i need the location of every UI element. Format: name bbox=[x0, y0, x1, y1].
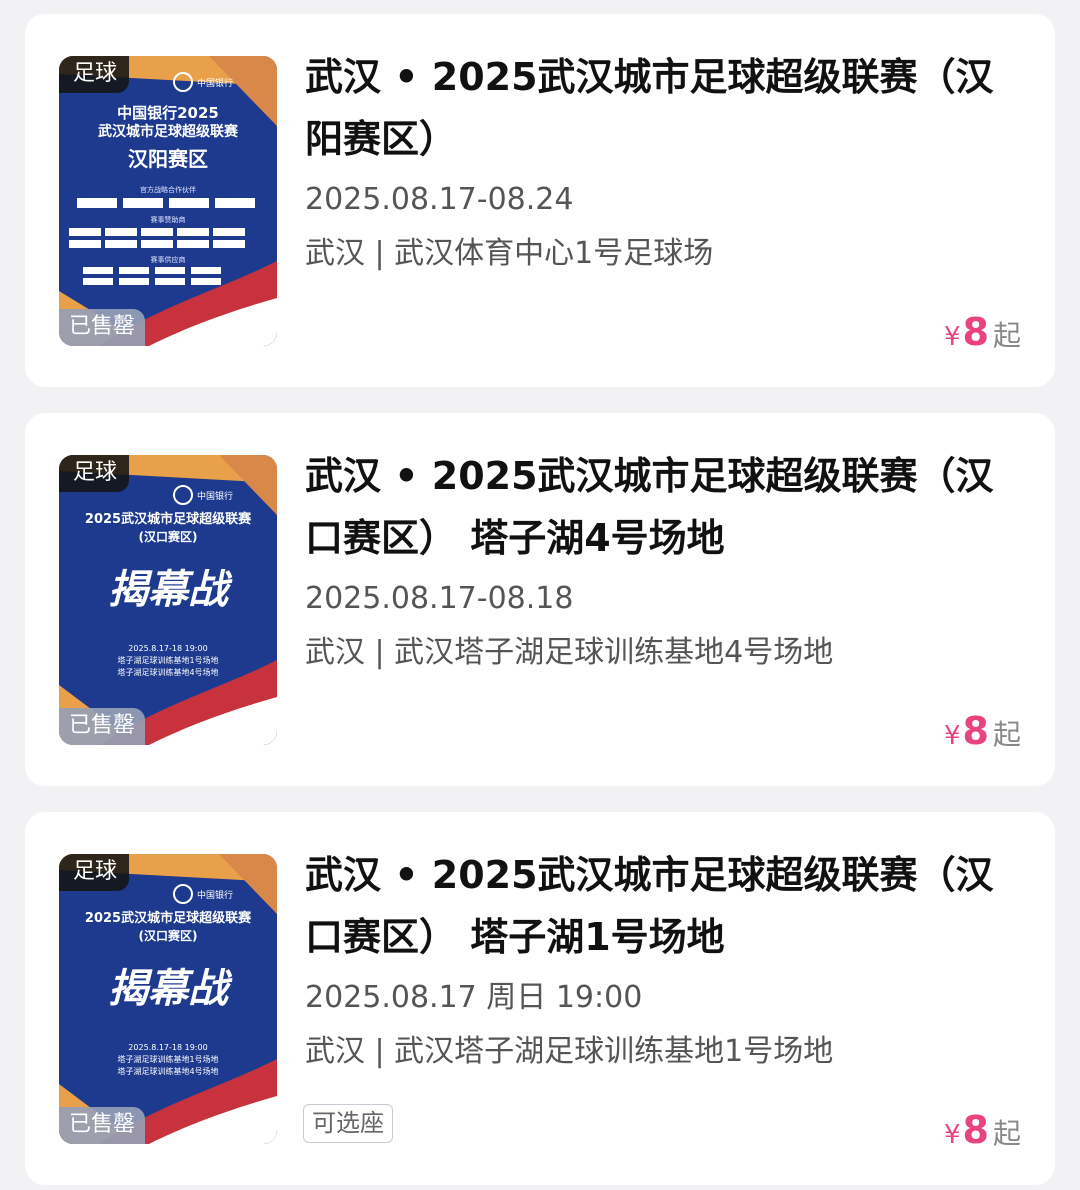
event-venue: 武汉 | 武汉塔子湖足球训练基地4号场地 bbox=[305, 635, 834, 670]
event-poster[interactable]: 中国银行 2025武汉城市足球超级联赛 (汉口赛区) 揭幕战 2025.8.17… bbox=[59, 455, 277, 745]
sport-tag: 足球 bbox=[59, 854, 130, 891]
svg-text:中国银行: 中国银行 bbox=[197, 490, 233, 502]
event-date: 2025.08.17-08.18 bbox=[305, 581, 574, 616]
svg-text:中国银行2025: 中国银行2025 bbox=[117, 104, 219, 122]
event-price: ¥ 8 起 bbox=[944, 709, 1021, 753]
sold-out-badge: 已售罄 bbox=[59, 1107, 146, 1144]
event-poster[interactable]: 中国银行 2025武汉城市足球超级联赛 (汉口赛区) 揭幕战 2025.8.17… bbox=[59, 854, 277, 1144]
seat-selection-badge: 可选座 bbox=[303, 1104, 393, 1143]
svg-text:2025.8.17-18 19:00: 2025.8.17-18 19:00 bbox=[128, 1043, 207, 1052]
poster-artwork: 中国银行 2025武汉城市足球超级联赛 (汉口赛区) 揭幕战 2025.8.17… bbox=[59, 854, 277, 1144]
price-value: 8 bbox=[962, 709, 989, 753]
price-value: 8 bbox=[962, 310, 989, 354]
event-card[interactable]: 中国银行 2025武汉城市足球超级联赛 (汉口赛区) 揭幕战 2025.8.17… bbox=[25, 413, 1055, 786]
svg-text:中国银行: 中国银行 bbox=[197, 889, 233, 901]
svg-text:揭幕战: 揭幕战 bbox=[108, 965, 233, 1012]
svg-text:塔子湖足球训练基地4号场地: 塔子湖足球训练基地4号场地 bbox=[117, 1066, 218, 1076]
event-price: ¥ 8 起 bbox=[944, 1108, 1021, 1152]
svg-text:塔子湖足球训练基地4号场地: 塔子湖足球训练基地4号场地 bbox=[117, 667, 218, 677]
currency-symbol: ¥ bbox=[943, 322, 961, 352]
svg-text:(汉口赛区): (汉口赛区) bbox=[139, 529, 198, 544]
event-card[interactable]: 中国银行 2025武汉城市足球超级联赛 (汉口赛区) 揭幕战 2025.8.17… bbox=[25, 812, 1055, 1185]
sport-tag: 足球 bbox=[59, 455, 130, 492]
sport-tag: 足球 bbox=[59, 56, 130, 93]
event-info: 武汉 • 2025武汉城市足球超级联赛（汉口赛区） 塔子湖1号场地 2025.0… bbox=[305, 844, 1025, 1072]
svg-text:2025.8.17-18 19:00: 2025.8.17-18 19:00 bbox=[128, 644, 207, 653]
event-card[interactable]: 中国银行 中国银行2025 武汉城市足球超级联赛 汉阳赛区 官方战略合作伙伴 赛… bbox=[25, 14, 1055, 387]
svg-text:揭幕战: 揭幕战 bbox=[108, 566, 233, 613]
event-venue: 武汉 | 武汉塔子湖足球训练基地1号场地 bbox=[305, 1034, 834, 1069]
svg-text:2025武汉城市足球超级联赛: 2025武汉城市足球超级联赛 bbox=[85, 910, 252, 926]
event-price: ¥ 8 起 bbox=[944, 310, 1021, 354]
svg-text:塔子湖足球训练基地1号场地: 塔子湖足球训练基地1号场地 bbox=[117, 655, 218, 665]
event-list: 中国银行 中国银行2025 武汉城市足球超级联赛 汉阳赛区 官方战略合作伙伴 赛… bbox=[0, 0, 1080, 1190]
event-date: 2025.08.17 周日 19:00 bbox=[305, 980, 643, 1015]
price-suffix: 起 bbox=[992, 718, 1021, 751]
svg-text:官方战略合作伙伴: 官方战略合作伙伴 bbox=[140, 185, 196, 194]
event-title[interactable]: 武汉 • 2025武汉城市足球超级联赛（汉口赛区） 塔子湖4号场地 bbox=[305, 445, 1025, 569]
event-info: 武汉 • 2025武汉城市足球超级联赛（汉口赛区） 塔子湖4号场地 2025.0… bbox=[305, 445, 1025, 673]
currency-symbol: ¥ bbox=[943, 1120, 961, 1150]
svg-text:赛事供应商: 赛事供应商 bbox=[151, 255, 186, 264]
poster-artwork: 中国银行 2025武汉城市足球超级联赛 (汉口赛区) 揭幕战 2025.8.17… bbox=[59, 455, 277, 745]
svg-text:(汉口赛区): (汉口赛区) bbox=[139, 928, 198, 943]
svg-text:2025武汉城市足球超级联赛: 2025武汉城市足球超级联赛 bbox=[85, 511, 252, 527]
svg-text:赛事赞助商: 赛事赞助商 bbox=[151, 215, 186, 224]
event-title[interactable]: 武汉 • 2025武汉城市足球超级联赛（汉口赛区） 塔子湖1号场地 bbox=[305, 844, 1025, 968]
svg-text:中国银行: 中国银行 bbox=[197, 77, 233, 89]
sold-out-badge: 已售罄 bbox=[59, 309, 146, 346]
event-date: 2025.08.17-08.24 bbox=[305, 182, 574, 217]
svg-text:塔子湖足球训练基地1号场地: 塔子湖足球训练基地1号场地 bbox=[117, 1054, 218, 1064]
price-suffix: 起 bbox=[992, 319, 1021, 352]
event-venue: 武汉 | 武汉体育中心1号足球场 bbox=[305, 236, 714, 271]
event-title[interactable]: 武汉 • 2025武汉城市足球超级联赛（汉阳赛区） bbox=[305, 46, 1025, 170]
currency-symbol: ¥ bbox=[943, 721, 961, 751]
svg-text:汉阳赛区: 汉阳赛区 bbox=[128, 147, 208, 171]
poster-artwork: 中国银行 中国银行2025 武汉城市足球超级联赛 汉阳赛区 官方战略合作伙伴 赛… bbox=[59, 56, 277, 346]
price-value: 8 bbox=[962, 1108, 989, 1152]
price-suffix: 起 bbox=[992, 1117, 1021, 1150]
sold-out-badge: 已售罄 bbox=[59, 708, 146, 745]
event-poster[interactable]: 中国银行 中国银行2025 武汉城市足球超级联赛 汉阳赛区 官方战略合作伙伴 赛… bbox=[59, 56, 277, 346]
event-info: 武汉 • 2025武汉城市足球超级联赛（汉阳赛区） 2025.08.17-08.… bbox=[305, 46, 1025, 274]
svg-text:武汉城市足球超级联赛: 武汉城市足球超级联赛 bbox=[98, 123, 239, 140]
